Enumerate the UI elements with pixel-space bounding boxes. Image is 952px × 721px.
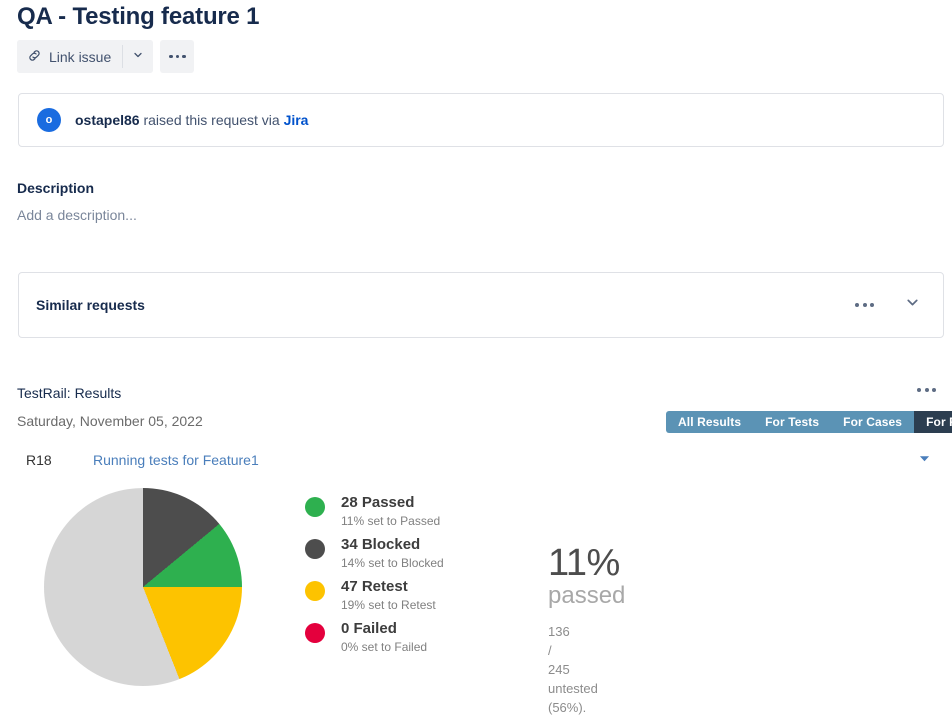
link-issue-label: Link issue [49,48,112,65]
link-issue-button-group: Link issue [17,40,154,73]
tab-for-runs[interactable]: For Runs [914,411,952,433]
legend-texts: 47 Retest 19% set to Retest [341,578,436,613]
page-title: QA - Testing feature 1 [17,3,260,30]
link-chain-icon [27,48,42,66]
summary-untested-word: untested [548,681,598,696]
testrail-section-heading: TestRail: Results [17,385,122,401]
passed-swatch-icon [305,497,325,517]
avatar: o [37,108,61,132]
legend-count-blocked: 34 Blocked [341,536,421,553]
results-summary: 11% passed 136 / 245 untested (56%). [548,542,678,717]
run-expand-button[interactable] [919,453,930,467]
ellipsis-icon [175,54,180,59]
tab-all-results[interactable]: All Results [666,411,754,433]
ellipsis-icon [855,303,859,307]
request-origin-middle: raised this request via [139,112,284,128]
legend-item-failed: 0 Failed 0% set to Failed [305,620,535,655]
legend-count-passed: 28 Passed [341,494,415,511]
chevron-down-icon [904,294,921,316]
legend-texts: 28 Passed 11% set to Passed [341,494,440,529]
summary-label: passed [548,582,626,609]
testrail-more-button[interactable] [913,384,940,396]
link-issue-dropdown-button[interactable] [123,40,154,73]
testrail-tab-bar: All Results For Tests For Cases For Runs [666,411,952,433]
legend-sub-blocked: 14% set to Blocked [341,556,444,570]
more-actions-button[interactable] [160,40,195,73]
action-toolbar: Link issue [17,40,195,73]
legend-item-blocked: 34 Blocked 14% set to Blocked [305,536,535,571]
legend-count-retest: 47 Retest [341,578,408,595]
blocked-swatch-icon [305,539,325,559]
legend-texts: 0 Failed 0% set to Failed [341,620,427,655]
jira-source-link[interactable]: Jira [284,112,309,128]
legend-item-retest: 47 Retest 19% set to Retest [305,578,535,613]
run-name-link[interactable]: Running tests for Feature1 [93,452,259,468]
summary-slash: / [548,643,552,658]
retest-swatch-icon [305,581,325,601]
similar-requests-expand-button[interactable] [902,292,923,318]
legend-count-failed: 0 Failed [341,620,397,637]
summary-percent: 11% [548,542,620,584]
legend-sub-passed: 11% set to Passed [341,514,441,528]
failed-swatch-icon [305,623,325,643]
summary-numerator: 136 [548,624,570,639]
ellipsis-icon [917,388,921,392]
caret-down-icon [919,453,930,467]
legend-sub-failed: 0% set to Failed [341,640,428,654]
link-issue-button[interactable]: Link issue [17,40,123,73]
testrail-run-row: R18 Running tests for Feature1 [17,445,937,475]
ellipsis-icon [862,303,867,307]
legend-sub-retest: 19% set to Retest [341,598,436,612]
chevron-down-icon [132,49,144,64]
tab-for-tests[interactable]: For Tests [753,411,832,433]
request-origin-text: ostapel86 raised this request via Jira [75,111,308,129]
testrail-date: Saturday, November 05, 2022 [17,413,203,429]
request-origin-card: o ostapel86 raised this request via Jira [18,93,944,147]
legend-texts: 34 Blocked 14% set to Blocked [341,536,444,571]
legend-item-passed: 28 Passed 11% set to Passed [305,494,535,529]
similar-requests-more-button[interactable] [851,299,878,311]
reporter-name: ostapel86 [75,112,140,128]
tab-for-cases[interactable]: For Cases [831,411,915,433]
description-placeholder[interactable]: Add a description... [17,207,137,223]
testrail-chart-area: 28 Passed 11% set to Passed 34 Blocked 1… [17,484,937,721]
similar-requests-panel: Similar requests [18,272,944,338]
ellipsis-icon [182,54,186,59]
summary-detail: 136 / 245 untested (56%). [548,622,678,717]
similar-requests-title: Similar requests [36,297,145,313]
run-id: R18 [26,452,52,468]
ellipsis-icon [870,303,874,307]
ellipsis-icon [169,54,173,59]
results-pie-chart [44,488,242,686]
summary-untested-percent: (56%). [548,700,587,715]
summary-denominator: 245 [548,662,570,677]
chart-legend: 28 Passed 11% set to Passed 34 Blocked 1… [305,494,535,662]
ellipsis-icon [932,388,936,392]
similar-requests-actions [851,292,923,318]
ellipsis-icon [924,388,929,392]
description-heading: Description [17,180,95,196]
